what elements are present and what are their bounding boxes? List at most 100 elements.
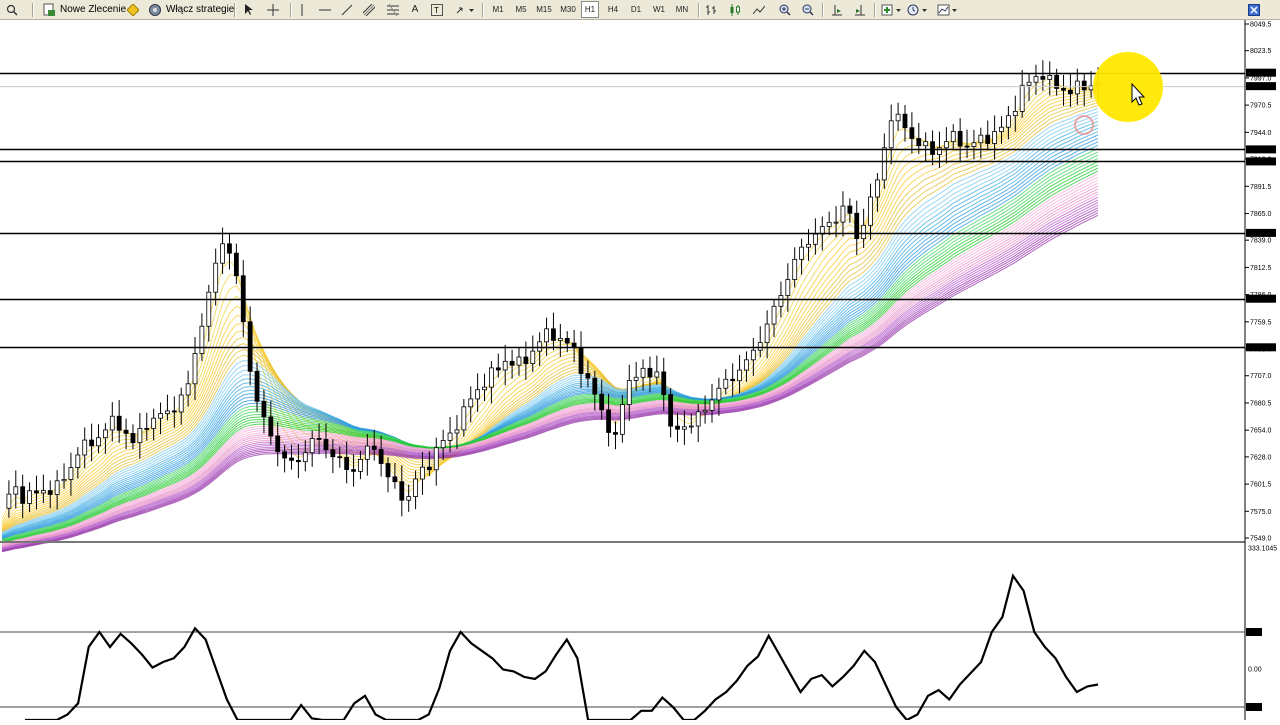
toolbar-separator xyxy=(290,3,292,17)
price-axis-label: 7680.5 xyxy=(1250,400,1272,407)
candle-body xyxy=(171,410,177,413)
candle-body xyxy=(978,134,984,144)
horizontal-line-tool-icon[interactable] xyxy=(318,1,332,18)
candle-body xyxy=(502,360,508,371)
moving-average-line xyxy=(1,114,1099,535)
timeframe-d1[interactable]: D1 xyxy=(626,1,646,18)
indicator-axis-label: 100 xyxy=(1248,630,1260,637)
candle-body xyxy=(34,490,39,494)
candle-body xyxy=(89,439,95,447)
cursor-highlight xyxy=(1093,52,1163,122)
price-level-tag: 7846.1 xyxy=(1248,230,1270,237)
price-chart[interactable]: 8049.58023.57997.07970.57944.07918.07891… xyxy=(0,20,1280,722)
zoom-in-icon[interactable] xyxy=(777,1,793,18)
text-label-tool-icon[interactable]: T xyxy=(430,1,444,18)
candle-body xyxy=(426,466,432,471)
timeframe-m1[interactable]: M1 xyxy=(488,1,508,18)
candle-body xyxy=(482,386,487,391)
strategies-label: Włącz strategie xyxy=(166,4,235,15)
candle-body xyxy=(489,367,494,388)
new-order-icon xyxy=(43,3,55,16)
moving-average-line xyxy=(1,102,1099,532)
candle-body xyxy=(1074,80,1080,95)
trendline-tool-icon[interactable] xyxy=(340,1,354,18)
candle-body xyxy=(406,496,412,501)
line-chart-icon[interactable] xyxy=(751,1,767,18)
timeframe-h4[interactable]: H4 xyxy=(603,1,623,18)
candle-body xyxy=(233,252,239,277)
candle-body xyxy=(509,360,515,366)
candle-body xyxy=(13,486,19,495)
templates-dropdown-icon[interactable] xyxy=(936,1,960,18)
candle-body xyxy=(599,393,605,411)
candle-body xyxy=(1040,76,1046,80)
candle-body xyxy=(792,258,798,280)
periodicity-dropdown-icon[interactable] xyxy=(906,1,930,18)
indicators-dropdown-icon[interactable] xyxy=(880,1,904,18)
candle-body xyxy=(999,126,1004,132)
candlestick-chart-icon[interactable] xyxy=(727,1,743,18)
crosshair-tool-icon[interactable] xyxy=(266,1,280,18)
candle-body xyxy=(337,456,343,459)
candle-body xyxy=(785,279,791,296)
candle-body xyxy=(413,478,418,498)
price-level-tag: 7927.4 xyxy=(1248,147,1270,154)
candle-body xyxy=(330,449,336,458)
candle-body xyxy=(606,409,611,433)
candle-body xyxy=(68,467,74,480)
candle-body xyxy=(557,338,563,341)
candle-body xyxy=(316,438,322,440)
autoscroll-icon[interactable] xyxy=(829,1,845,18)
moving-average-line xyxy=(1,137,1099,539)
channel-tool-icon[interactable] xyxy=(362,1,376,18)
timeframe-mn[interactable]: MN xyxy=(671,1,693,18)
candle-body xyxy=(806,243,811,248)
candle-body xyxy=(723,378,729,389)
candle-body xyxy=(440,440,446,449)
zoom-out-icon[interactable] xyxy=(800,1,816,18)
candle-body xyxy=(392,476,398,483)
vertical-line-tool-icon[interactable] xyxy=(296,1,308,18)
timeframe-w1[interactable]: W1 xyxy=(649,1,669,18)
candle-body xyxy=(868,196,873,226)
candle-body xyxy=(192,353,198,385)
text-tool-icon[interactable]: A xyxy=(408,1,422,18)
candle-body xyxy=(82,439,88,456)
candle-body xyxy=(592,377,598,395)
warning-icon[interactable] xyxy=(126,1,140,18)
candle-body xyxy=(716,387,722,401)
candle-body xyxy=(668,394,674,427)
candle-body xyxy=(709,399,715,411)
candle-body xyxy=(247,321,253,372)
candle-body xyxy=(309,438,315,454)
moving-average-line xyxy=(1,176,1099,545)
candle-body xyxy=(764,323,770,344)
timeframe-h1[interactable]: H1 xyxy=(581,1,599,18)
candle-body xyxy=(578,347,584,374)
candle-body xyxy=(420,466,425,480)
new-order-button[interactable]: Nowe Zlecenie xyxy=(42,1,126,18)
timeframe-m15[interactable]: M15 xyxy=(533,1,555,18)
new-order-label: Nowe Zlecenie xyxy=(60,4,127,15)
chart-shift-icon[interactable] xyxy=(852,1,868,18)
candle-body xyxy=(619,404,625,435)
timeframe-m30[interactable]: M30 xyxy=(557,1,579,18)
timeframe-m5[interactable]: M5 xyxy=(511,1,531,18)
toolbar-separator xyxy=(822,3,824,17)
candle-body xyxy=(930,141,935,155)
toolbar-separator xyxy=(874,3,876,17)
price-axis-label: 7628.0 xyxy=(1250,454,1272,461)
strategies-toggle-button[interactable]: Włącz strategie xyxy=(148,1,234,18)
price-level-tag: 7782.0 xyxy=(1248,296,1270,303)
bar-chart-icon[interactable] xyxy=(703,1,719,18)
candle-body xyxy=(1026,81,1032,86)
arrows-dropdown-icon[interactable] xyxy=(454,1,476,18)
candle-body xyxy=(1012,110,1018,117)
candle-body xyxy=(1047,74,1053,80)
window-close-icon[interactable] xyxy=(1246,1,1262,18)
moving-average-line xyxy=(1,182,1099,546)
fibonacci-tool-icon[interactable] xyxy=(386,1,400,18)
zoom-tool-icon[interactable] xyxy=(4,1,20,18)
candle-body xyxy=(199,325,205,354)
cursor-tool-icon[interactable] xyxy=(242,1,256,18)
